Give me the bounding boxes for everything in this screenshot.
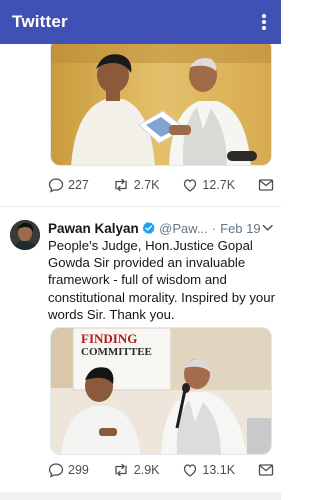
tweet-2-image: FINDING COMMITTEE xyxy=(51,328,271,454)
retweet-count: 2.7K xyxy=(133,178,160,192)
author-handle: @Paw... xyxy=(159,220,208,236)
retweet-action[interactable]: 2.9K xyxy=(112,462,160,478)
tweet-2-photo[interactable]: FINDING COMMITTEE xyxy=(50,327,272,455)
timeline-feed[interactable]: 227 2.7K 12.7K Pawan Kalyan @Paw... · Fe… xyxy=(0,44,281,500)
mail-icon xyxy=(258,464,274,476)
separator-dot: · xyxy=(211,220,217,236)
tweet-2-header: Pawan Kalyan @Paw... · Feb 19 xyxy=(48,219,274,237)
chevron-down-icon[interactable] xyxy=(261,221,274,235)
tweet-2-actions: 299 2.9K 13.1K xyxy=(48,460,274,480)
tweet-divider xyxy=(0,206,281,207)
retweet-count: 2.9K xyxy=(133,463,160,477)
reply-icon xyxy=(48,463,64,478)
avatar[interactable] xyxy=(10,220,40,250)
reply-count: 227 xyxy=(68,178,89,192)
heart-icon xyxy=(184,179,197,192)
reply-icon xyxy=(48,178,64,193)
reply-action[interactable]: 299 xyxy=(48,462,89,478)
like-action[interactable]: 13.1K xyxy=(182,462,235,478)
share-action[interactable] xyxy=(258,463,274,477)
retweet-icon xyxy=(115,463,127,477)
tweet-1-photo[interactable] xyxy=(50,44,272,166)
app-bar: Twitter xyxy=(0,0,281,44)
app-title: Twitter xyxy=(12,12,68,31)
tweet-date[interactable]: Feb 19 xyxy=(220,221,260,236)
tweet-1-image xyxy=(51,44,271,165)
feed-bottom-divider xyxy=(0,492,281,500)
avatar-photo xyxy=(10,220,40,250)
share-action[interactable] xyxy=(258,178,274,192)
retweet-icon xyxy=(115,178,127,192)
tweet-1-actions: 227 2.7K 12.7K xyxy=(48,175,274,195)
sign-text-2: COMMITTEE xyxy=(81,346,152,358)
retweet-action[interactable]: 2.7K xyxy=(112,177,160,193)
reply-action[interactable]: 227 xyxy=(48,177,89,193)
like-count: 12.7K xyxy=(202,178,236,192)
sign-text-1: FINDING xyxy=(81,331,137,346)
like-action[interactable]: 12.7K xyxy=(182,177,235,193)
author-name[interactable]: Pawan Kalyan xyxy=(48,221,139,236)
reply-count: 299 xyxy=(68,463,89,477)
tweet-text: People's Judge, Hon.Justice Gopal Gowda … xyxy=(48,238,275,322)
more-vert-icon[interactable] xyxy=(257,12,271,32)
heart-icon xyxy=(184,464,197,477)
verified-badge-icon xyxy=(142,221,155,235)
mail-icon xyxy=(258,179,274,191)
like-count: 13.1K xyxy=(202,463,236,477)
